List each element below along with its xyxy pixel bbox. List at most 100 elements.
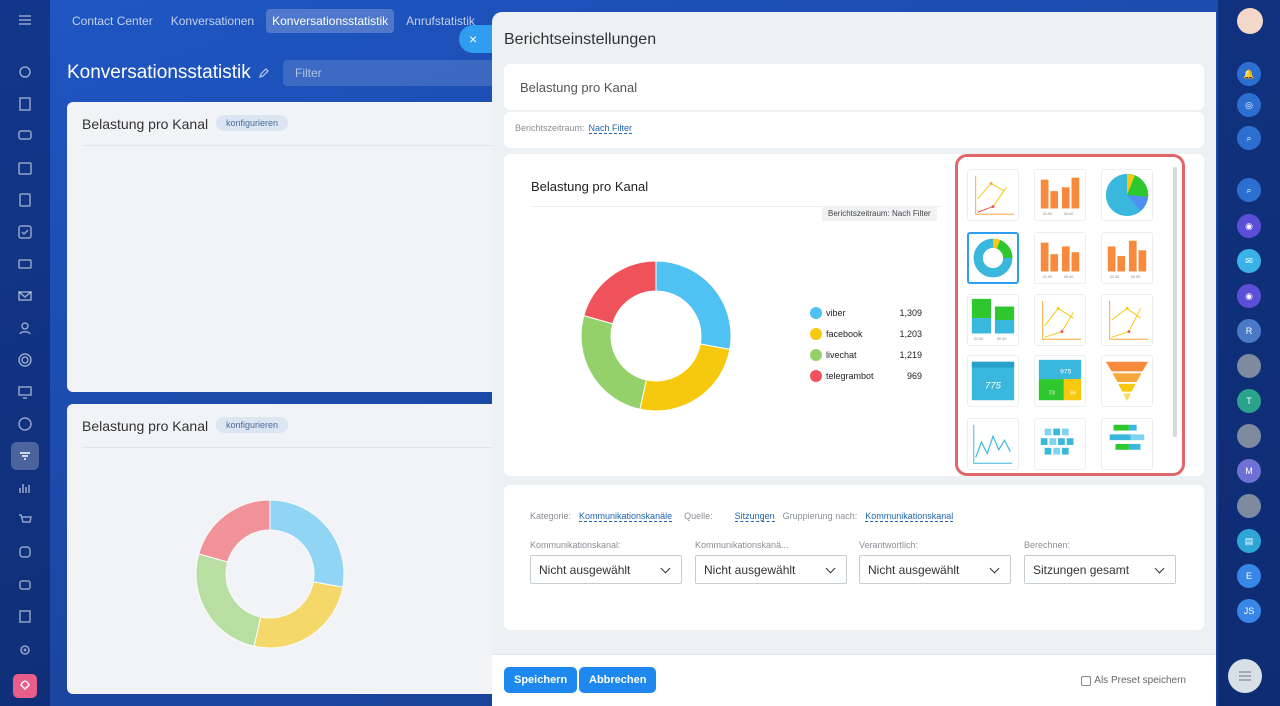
category-label: Kategorie: xyxy=(530,511,572,521)
bg-donut-slice-viber xyxy=(269,499,345,588)
legend-item-livechat[interactable]: livechat 1,219 xyxy=(810,344,922,365)
target-icon[interactable] xyxy=(13,348,37,372)
avatar-r[interactable]: R xyxy=(1237,319,1261,343)
filter-input[interactable]: Filter xyxy=(283,60,513,86)
calendar-icon[interactable] xyxy=(13,156,37,180)
chart-type-funnel[interactable] xyxy=(1101,355,1153,407)
avatar-photo[interactable] xyxy=(1237,424,1261,448)
goal-icon[interactable] xyxy=(13,412,37,436)
settings-gear-icon[interactable] xyxy=(13,60,37,84)
message-icon[interactable]: ✉ xyxy=(1237,249,1261,273)
chart-type-line[interactable] xyxy=(967,169,1019,221)
chart-type-picker: 01.00 00.00 01.00 00.00 01.00 00.00 01.00 00… xyxy=(955,154,1185,476)
avatar-group[interactable] xyxy=(1237,354,1261,378)
mail-icon[interactable] xyxy=(13,284,37,308)
menu-icon[interactable] xyxy=(13,8,37,32)
company-icon[interactable] xyxy=(13,604,37,628)
configure-button[interactable]: konfigurieren xyxy=(216,417,289,433)
openline-icon[interactable]: ◉ xyxy=(1237,284,1261,308)
chart-type-donut[interactable] xyxy=(967,232,1019,284)
source-link[interactable]: Sitzungen xyxy=(734,511,775,522)
select-label: Kommunikationskanä... xyxy=(695,540,789,550)
channel-select-group: Kommunikationskanal: Nicht ausgewählt xyxy=(530,540,682,584)
chart-type-pie[interactable] xyxy=(1101,169,1153,221)
chart-type-bar-2[interactable]: 01.00 00.00 xyxy=(1034,232,1086,284)
chat-icon[interactable] xyxy=(13,124,37,148)
select-label: Kommunikationskanal: xyxy=(530,540,621,550)
rocket-icon[interactable] xyxy=(13,674,37,698)
chart-type-heatmap[interactable] xyxy=(1034,418,1086,470)
configure-button[interactable]: konfigurieren xyxy=(216,115,289,131)
chart-type-number[interactable]: 775 xyxy=(967,355,1019,407)
legend-dot xyxy=(810,327,822,340)
avatar-t[interactable]: T xyxy=(1237,389,1261,413)
right-sidebar: 🔔 ◎ ⌕ ⌕ ◉ ✉ ◉ R T M ▤ E JS xyxy=(1218,0,1280,706)
file-icon[interactable] xyxy=(13,188,37,212)
cancel-button[interactable]: Abbrechen xyxy=(579,667,657,693)
help-button[interactable] xyxy=(1228,659,1262,693)
legend-item-viber[interactable]: viber 1,309 xyxy=(810,302,922,323)
grouping-link[interactable]: Kommunikationskanal xyxy=(865,511,954,522)
donut-slice-livechat xyxy=(580,314,647,410)
store-icon[interactable] xyxy=(13,540,37,564)
cart-icon[interactable] xyxy=(13,508,37,532)
card-icon[interactable] xyxy=(13,252,37,276)
chart-type-line-3[interactable] xyxy=(1101,294,1153,346)
chart-type-number-grid[interactable]: 975 73 96 xyxy=(1034,355,1086,407)
monitor-icon[interactable] xyxy=(13,380,37,404)
tasks-icon[interactable] xyxy=(13,220,37,244)
thumb-number: 96 xyxy=(1070,390,1076,396)
chart-type-bar-3[interactable]: 01.00 00.00 xyxy=(1101,232,1153,284)
legend-dot xyxy=(810,369,822,382)
save-button[interactable]: Speichern xyxy=(504,667,578,693)
chart-type-area-line[interactable] xyxy=(967,418,1019,470)
nav-konversationsstatistik[interactable]: Konversationsstatistik xyxy=(266,9,395,33)
select-label: Verantwortlich: xyxy=(859,540,919,550)
calendar-avatar[interactable]: ▤ xyxy=(1237,529,1261,553)
period-badge: Berichtszeitraum: Nach Filter xyxy=(822,206,937,221)
legend-value: 1,219 xyxy=(899,349,922,360)
pencil-icon[interactable] xyxy=(258,67,270,79)
cog-icon[interactable] xyxy=(13,638,37,662)
copilot-icon[interactable]: ◎ xyxy=(1237,93,1261,117)
legend-dot xyxy=(810,306,822,319)
responsible-select[interactable]: Nicht ausgewählt xyxy=(859,555,1011,584)
chart-type-stacked[interactable]: 01.00 00.00 xyxy=(967,294,1019,346)
period-link[interactable]: Nach Filter xyxy=(588,123,633,134)
nav-konversationen[interactable]: Konversationen xyxy=(165,9,260,33)
save-preset-option[interactable]: Als Preset speichern xyxy=(1081,675,1186,686)
bell-icon[interactable]: 🔔 xyxy=(1237,62,1261,86)
divider xyxy=(82,447,507,448)
avatar-m[interactable]: M xyxy=(1237,459,1261,483)
report-name-input[interactable]: Belastung pro Kanal xyxy=(504,64,1204,110)
openline-icon[interactable]: ◉ xyxy=(1237,214,1261,238)
contact-center-icon[interactable] xyxy=(11,442,39,470)
users-icon[interactable] xyxy=(13,316,37,340)
thumb-label: 00.00 xyxy=(997,337,1007,341)
chart-type-table-grid[interactable] xyxy=(1101,418,1153,470)
channel-2-select[interactable]: Nicht ausgewählt xyxy=(695,555,847,584)
document-icon[interactable] xyxy=(13,92,37,116)
preset-checkbox[interactable] xyxy=(1081,675,1092,686)
avatar-js[interactable]: JS xyxy=(1237,599,1261,623)
responsible-select-group: Verantwortlich: Nicht ausgewählt xyxy=(859,540,1011,584)
avatar-e[interactable]: E xyxy=(1237,564,1261,588)
search-icon[interactable]: ⌕ xyxy=(1237,126,1261,150)
channel-select[interactable]: Nicht ausgewählt xyxy=(530,555,682,584)
category-link[interactable]: Kommunikationskanäle xyxy=(579,511,673,522)
category-row: Kategorie: Kommunikationskanäle Quelle: … xyxy=(530,511,954,522)
avatar-photo[interactable] xyxy=(1237,494,1261,518)
calculate-select[interactable]: Sitzungen gesamt xyxy=(1024,555,1176,584)
chat-search-icon[interactable]: ⌕ xyxy=(1237,178,1261,202)
robot-icon[interactable] xyxy=(13,572,37,596)
legend-item-telegrambot[interactable]: telegrambot 969 xyxy=(810,365,922,386)
chart-type-bar[interactable]: 01.00 00.00 xyxy=(1034,169,1086,221)
legend-item-facebook[interactable]: facebook 1,203 xyxy=(810,323,922,344)
select-label: Berechnen: xyxy=(1024,540,1071,550)
analytics-icon[interactable] xyxy=(13,476,37,500)
nav-contact-center[interactable]: Contact Center xyxy=(66,9,159,33)
user-avatar[interactable] xyxy=(1237,8,1263,34)
picker-scrollbar[interactable] xyxy=(1173,167,1177,437)
calculate-select-group: Berechnen: Sitzungen gesamt xyxy=(1024,540,1176,584)
chart-type-line-2[interactable] xyxy=(1034,294,1086,346)
